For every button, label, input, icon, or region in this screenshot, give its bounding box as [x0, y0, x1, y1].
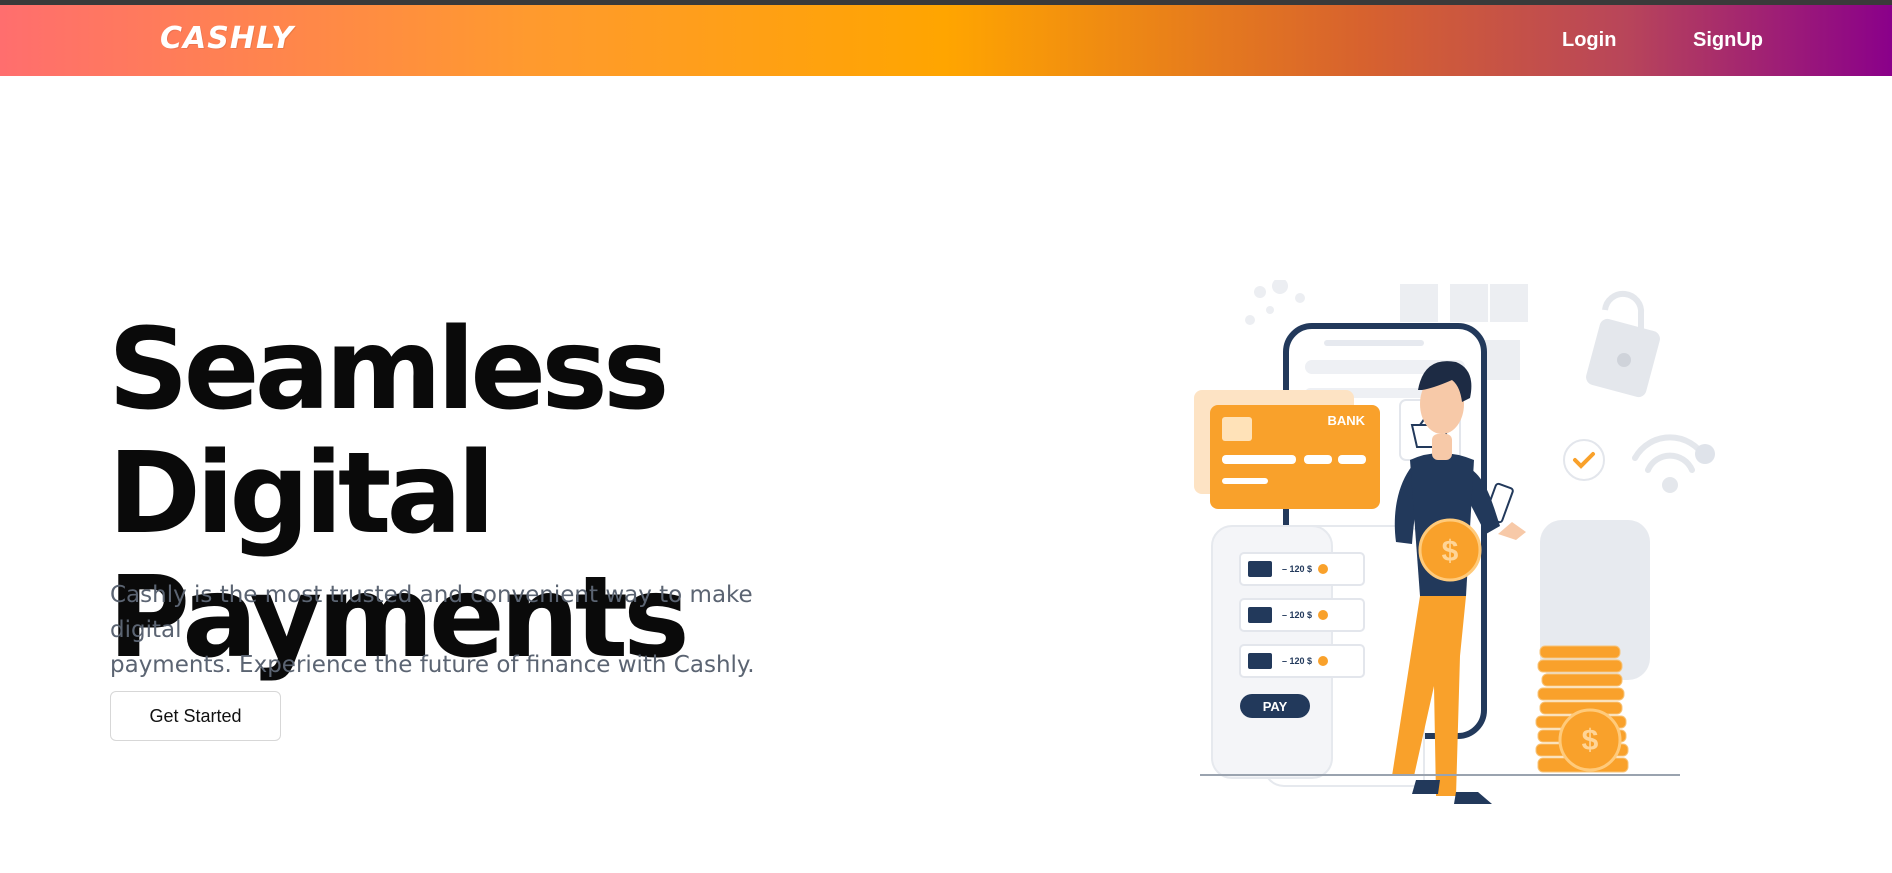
dollar-coin-icon: $ — [1558, 708, 1622, 772]
wifi-check-badge — [1695, 444, 1715, 464]
get-started-button[interactable]: Get Started — [110, 691, 281, 741]
hero-description-line1: Cashly is the most trusted and convenien… — [110, 582, 753, 643]
transaction-row: – 120 $ — [1239, 598, 1365, 632]
hero-description-line2: payments. Experience the future of finan… — [110, 652, 755, 678]
transaction-amount: – 120 $ — [1282, 610, 1312, 620]
cashly-logo[interactable]: CASHLY — [160, 21, 294, 56]
bank-card: BANK — [1194, 390, 1380, 509]
pay-button-graphic: PAY — [1240, 694, 1310, 718]
digital-payment-illustration: BANK – 120 $ – 120 $ – 120 $ PAY $ $ — [1194, 280, 1715, 804]
coin-symbol: $ — [1582, 724, 1599, 757]
signup-link[interactable]: SignUp — [1693, 29, 1763, 52]
lock-icon — [1586, 290, 1660, 398]
transaction-row: – 120 $ — [1239, 644, 1365, 678]
transaction-amount: – 120 $ — [1282, 564, 1312, 574]
wifi-icon — [1632, 434, 1708, 493]
hero-description: Cashly is the most trusted and convenien… — [110, 578, 830, 683]
hero-title-line1: Seamless Digital — [108, 305, 670, 559]
background-decoration — [1245, 280, 1305, 325]
check-bubble-icon — [1563, 439, 1605, 481]
transaction-amount: – 120 $ — [1282, 656, 1312, 666]
bank-card-label: BANK — [1327, 413, 1365, 428]
navbar: CASHLY Login SignUp — [0, 5, 1892, 76]
coin-symbol: $ — [1442, 535, 1459, 568]
transaction-row: – 120 $ — [1239, 552, 1365, 586]
login-link[interactable]: Login — [1562, 29, 1616, 52]
pay-label: PAY — [1263, 699, 1288, 714]
